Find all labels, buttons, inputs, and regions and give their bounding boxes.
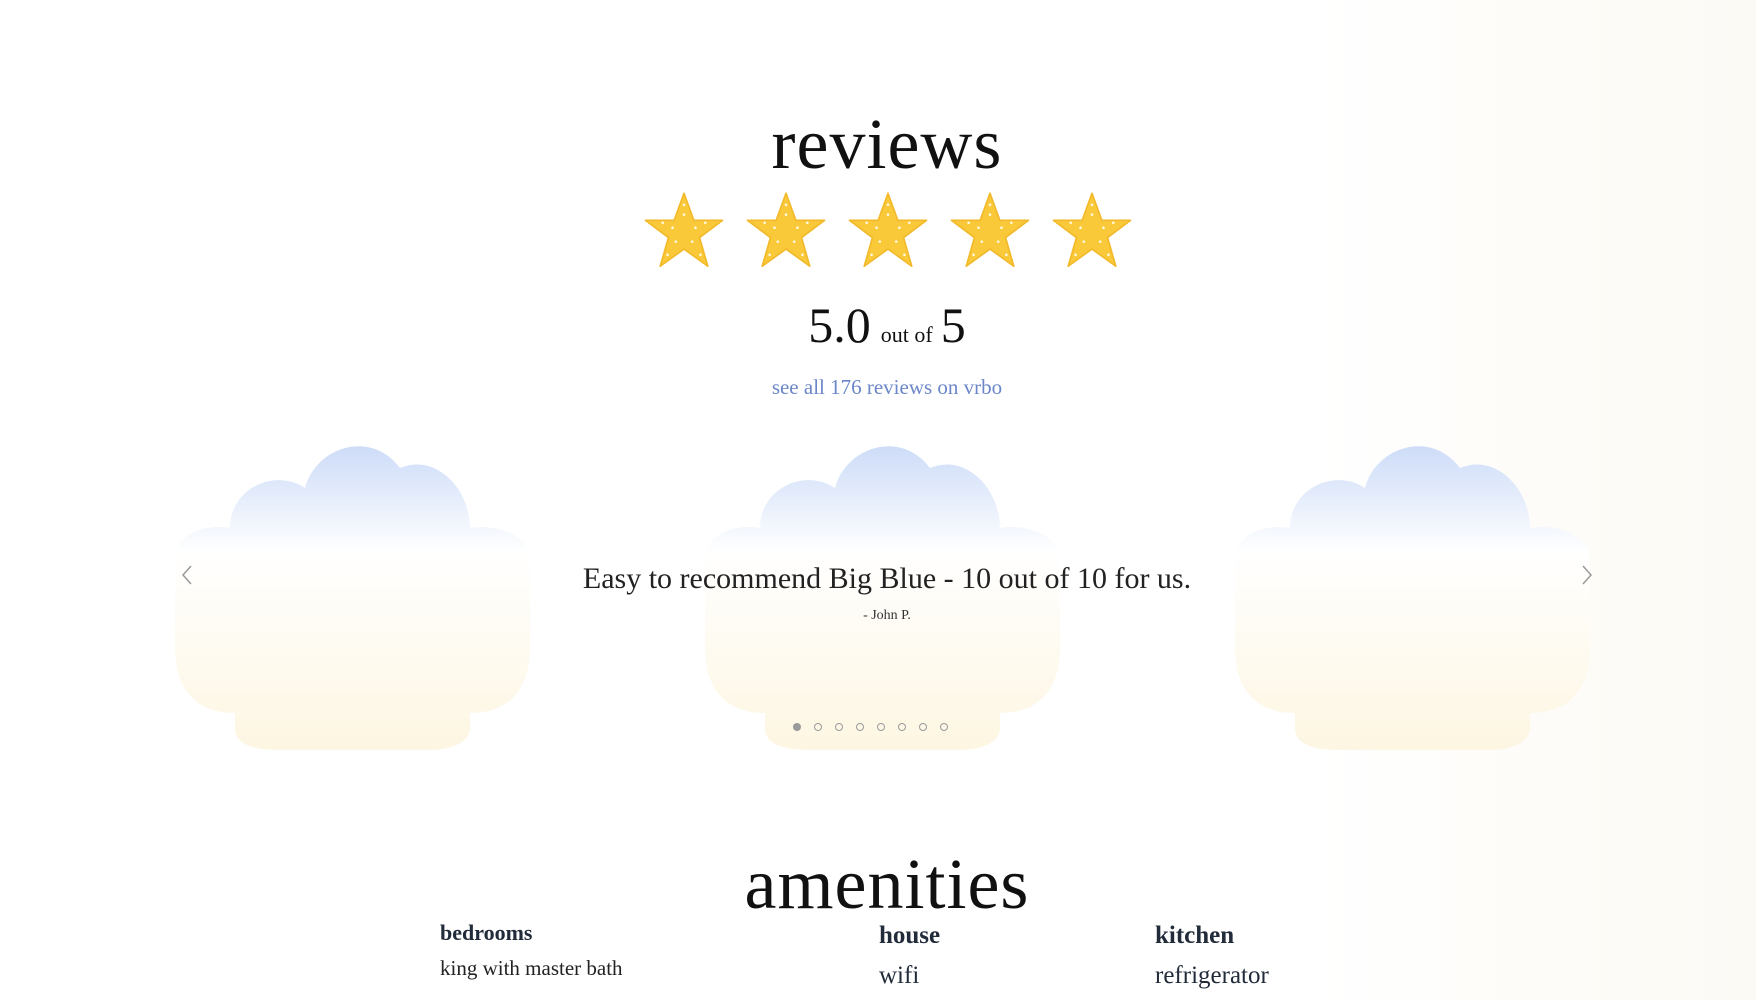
carousel-dot-1[interactable] [793,723,801,731]
reviews-title: reviews [771,104,1003,185]
amenities-title: amenities [744,844,1030,925]
page: reviews 5.0 out of 5 see all 176 reviews o… [0,0,1756,1000]
amenities-heading-bedrooms: bedrooms [440,920,533,945]
amenities-item: refrigerator [1155,962,1269,989]
amenities-item: wifi [879,962,920,989]
rating-value: 5.0 [808,297,871,353]
rating-out-of-label: out of [880,322,933,347]
amenities-item: king with master bath [440,956,623,980]
star-rating [643,190,1133,272]
starfish-star-icon-1 [644,192,724,268]
amenities-heading-kitchen: kitchen [1155,922,1235,949]
rating-summary: 5.0 out of 5 [0,300,1756,350]
amenities-column-house: house wifi [879,920,940,990]
carousel-dot-8[interactable] [940,723,948,731]
see-all-reviews-link[interactable]: see all 176 reviews on vrbo [0,375,1756,400]
carousel-dot-2[interactable] [814,723,822,731]
review-quote: Easy to recommend Big Blue - 10 out of 1… [582,562,1192,595]
carousel-dot-5[interactable] [877,723,885,731]
rating-max: 5 [940,297,966,353]
carousel-dot-7[interactable] [919,723,927,731]
carousel-dot-6[interactable] [898,723,906,731]
starfish-star-icon-2 [746,192,826,268]
starfish-star-icon-3 [848,192,928,268]
amenities-heading-house: house [879,922,941,949]
carousel-dot-4[interactable] [856,723,864,731]
review-author: - John P. [863,608,911,623]
starfish-star-icon-4 [950,192,1030,268]
amenities-column-kitchen: kitchen refrigerator [1155,920,1269,990]
amenities-column-bedrooms: bedrooms king with master bath [440,920,623,981]
carousel-indicators [793,723,948,731]
carousel-dot-3[interactable] [835,723,843,731]
starfish-star-icon-5 [1052,192,1132,268]
